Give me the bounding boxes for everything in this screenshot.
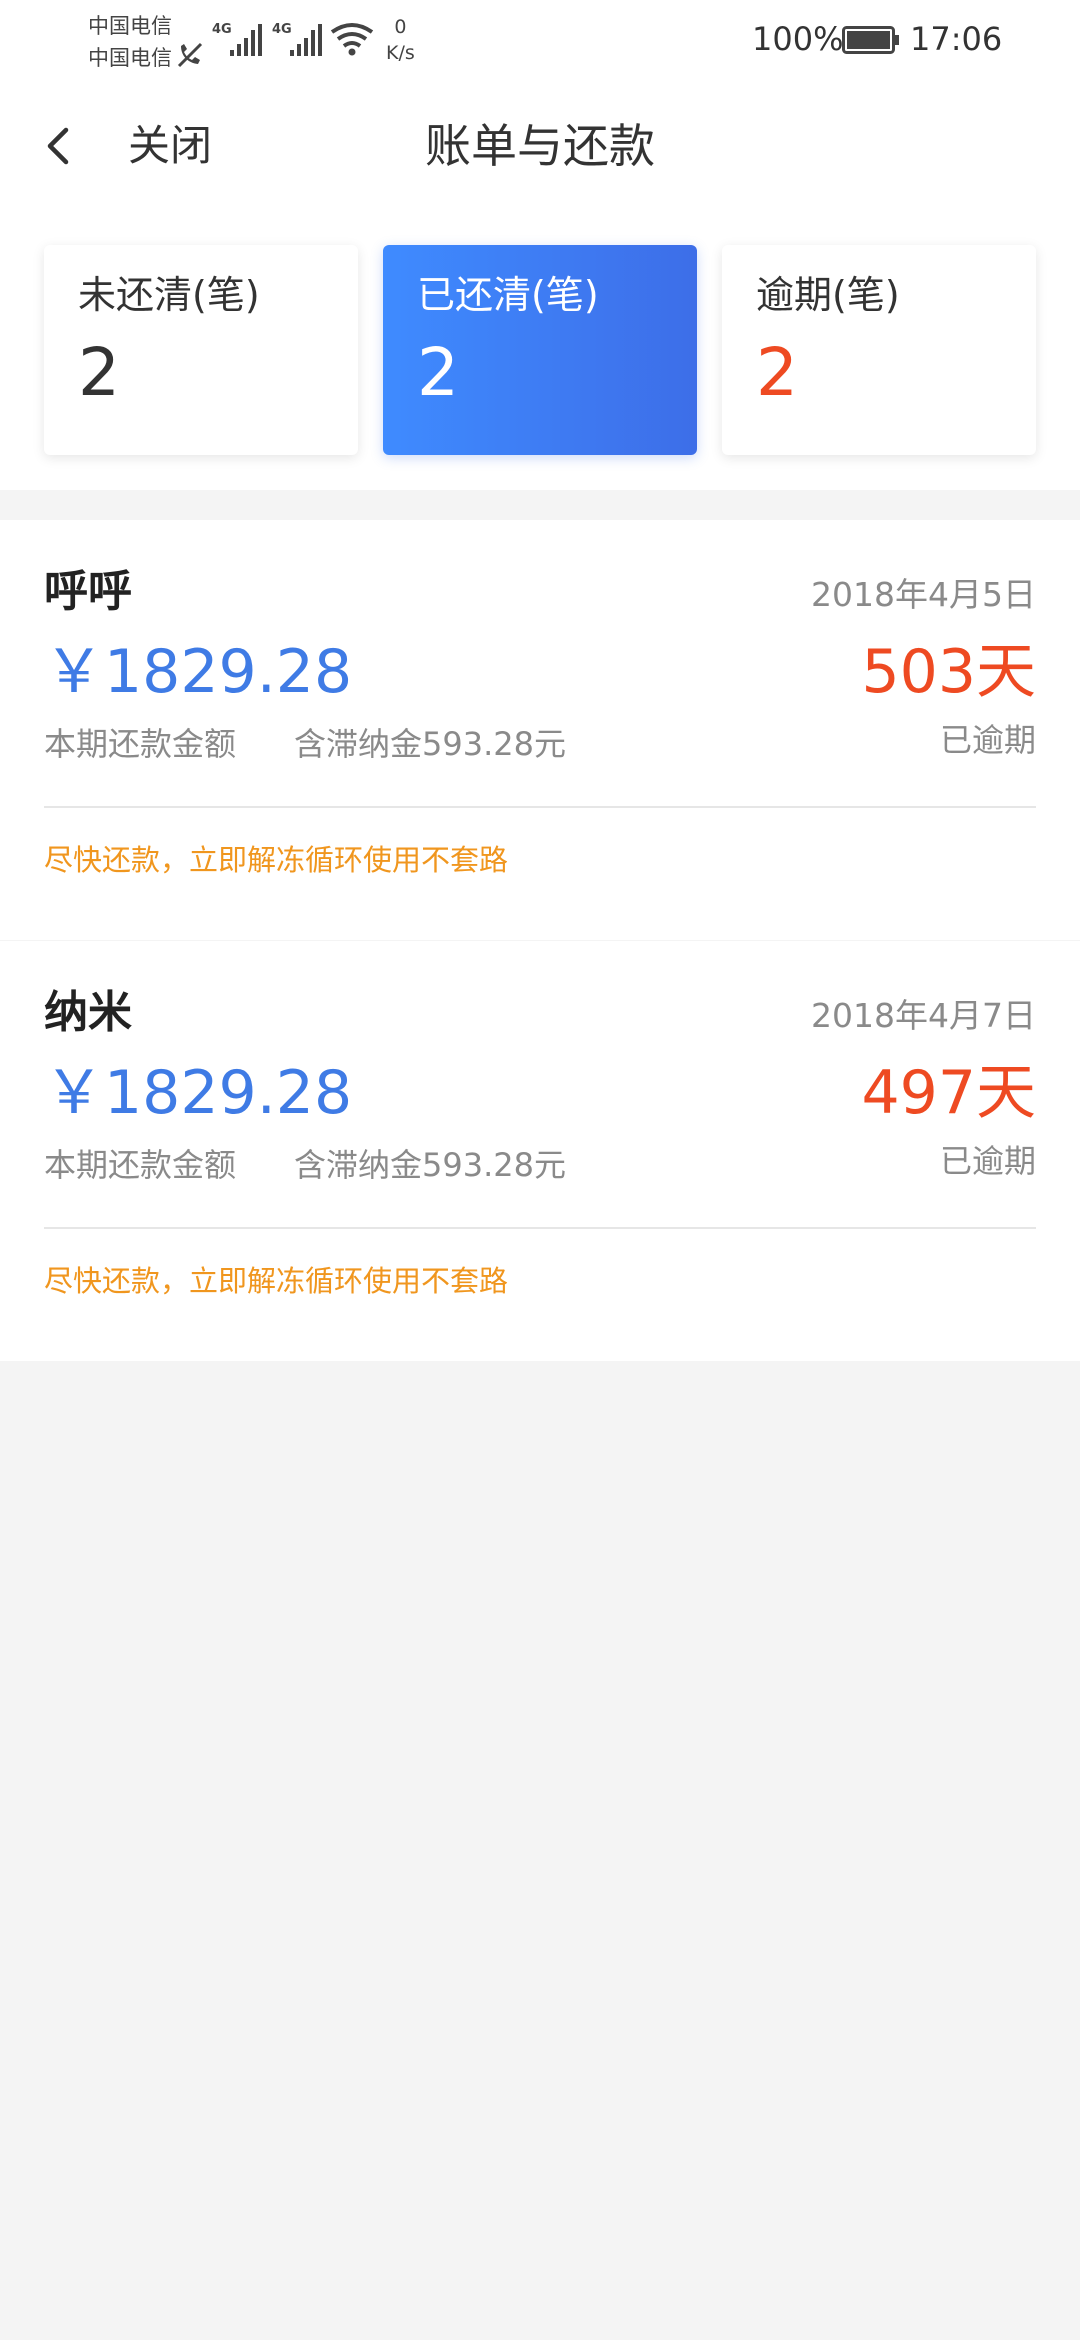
- amount-label: 本期还款金额: [44, 1146, 237, 1184]
- tab-unpaid-count: 2: [78, 334, 120, 411]
- page-title: 账单与还款: [425, 119, 655, 173]
- carrier-names: 中国电信 中国电信: [88, 10, 172, 74]
- tab-paid[interactable]: 已还清(笔) 2: [383, 245, 697, 455]
- speed-value: 0: [394, 16, 407, 38]
- tab-paid-label: 已还清(笔): [417, 273, 599, 317]
- tab-paid-count: 2: [417, 334, 459, 411]
- bill-card[interactable]: 纳米 2018年4月7日 ￥1829.28 本期还款金额 含滞纳金593.28元…: [0, 941, 1080, 1361]
- repay-tip-link[interactable]: 尽快还款，立即解冻循环使用不套路: [44, 836, 508, 884]
- amount-label: 本期还款金额: [44, 725, 237, 763]
- tab-overdue[interactable]: 逾期(笔) 2: [722, 245, 1036, 455]
- signal-icon-1: 4G: [212, 22, 262, 56]
- wifi-icon: [330, 23, 374, 56]
- clock: 17:06: [910, 20, 1003, 58]
- status-bar: 中国电信 中国电信 4G 4G 0 K/s 100% 17:06: [0, 0, 1080, 80]
- late-fee: 含滞纳金593.28元: [294, 725, 566, 763]
- overdue-days: 497天: [861, 1058, 1036, 1128]
- bill-amount: ￥1829.28: [44, 637, 353, 707]
- bill-amount: ￥1829.28: [44, 1058, 353, 1128]
- divider: [44, 806, 1036, 808]
- lender-name: 呼呼: [44, 566, 132, 617]
- carrier-1: 中国电信: [88, 14, 172, 38]
- battery-percent: 100%: [752, 20, 844, 58]
- lender-name: 纳米: [44, 987, 132, 1038]
- bill-date: 2018年4月5日: [811, 575, 1036, 614]
- tab-overdue-label: 逾期(笔): [756, 273, 900, 317]
- tab-overdue-count: 2: [756, 334, 798, 411]
- bill-date: 2018年4月7日: [811, 996, 1036, 1035]
- network-type-1: 4G: [212, 22, 232, 37]
- repay-tip-link[interactable]: 尽快还款，立即解冻循环使用不套路: [44, 1257, 508, 1305]
- carrier-2: 中国电信: [88, 46, 172, 70]
- battery-icon: [842, 26, 899, 54]
- overdue-label: 已逾期: [939, 721, 1036, 759]
- late-fee: 含滞纳金593.28元: [294, 1146, 566, 1184]
- network-speed: 0 K/s: [386, 14, 415, 66]
- bill-card[interactable]: 呼呼 2018年4月5日 ￥1829.28 本期还款金额 含滞纳金593.28元…: [0, 520, 1080, 940]
- no-call-icon: [177, 42, 203, 68]
- speed-unit: K/s: [386, 42, 415, 64]
- tab-unpaid-label: 未还清(笔): [78, 273, 260, 317]
- overdue-days: 503天: [861, 637, 1036, 707]
- signal-icon-2: 4G: [272, 22, 322, 56]
- divider: [44, 1227, 1036, 1229]
- network-type-2: 4G: [272, 22, 292, 37]
- overdue-label: 已逾期: [939, 1142, 1036, 1180]
- tab-unpaid[interactable]: 未还清(笔) 2: [44, 245, 358, 455]
